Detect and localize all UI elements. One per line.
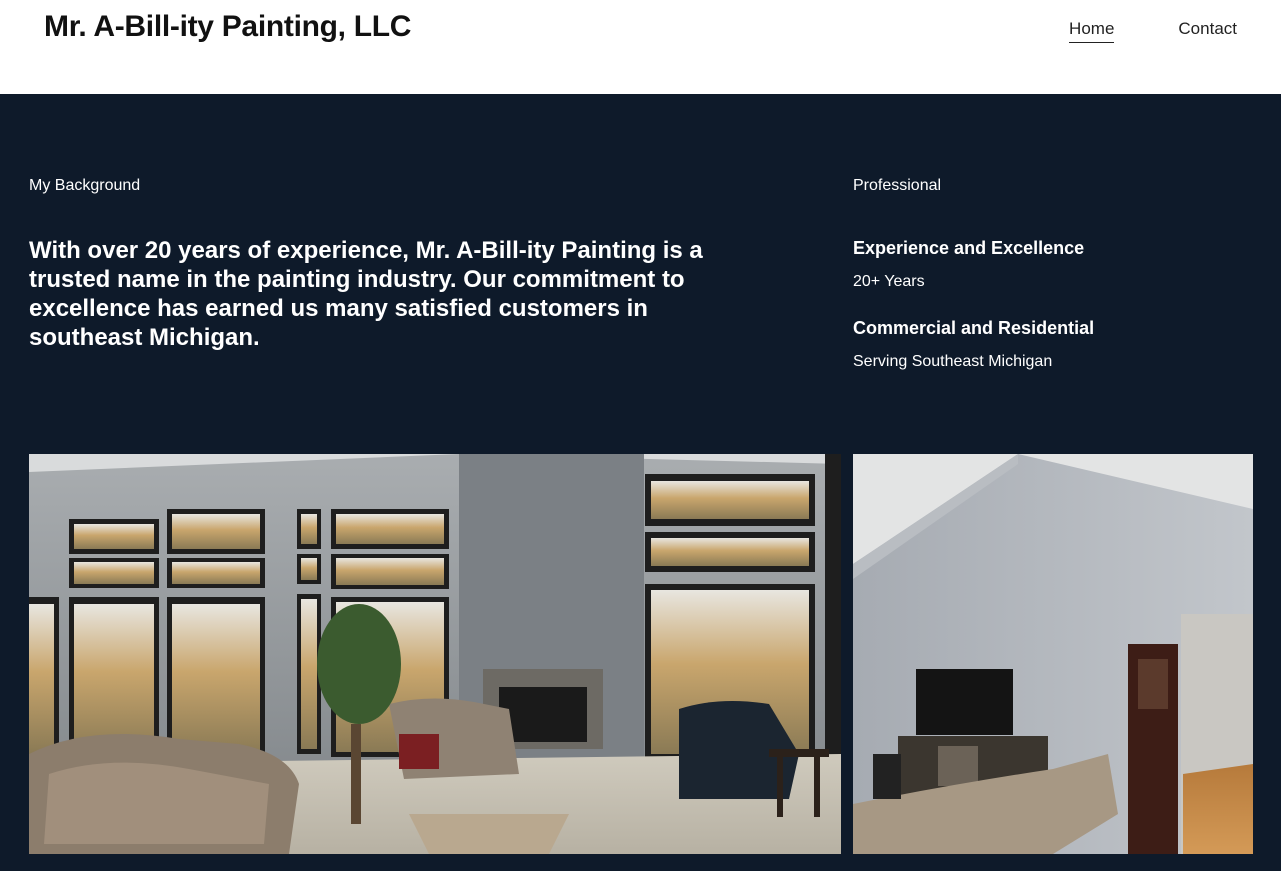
nav-home-link[interactable]: Home xyxy=(1069,19,1115,43)
family-room-photo xyxy=(853,454,1253,854)
living-room-photo xyxy=(29,454,841,854)
stat-title-experience: Experience and Excellence xyxy=(853,238,1085,258)
main-nav: Home Contact xyxy=(1069,19,1237,43)
background-eyebrow: My Background xyxy=(29,177,141,194)
stat-value-years: 20+ Years xyxy=(853,273,925,290)
site-header: Mr. A-Bill-ity Painting, LLC Home Contac… xyxy=(0,0,1281,94)
stat-title-commercial: Commercial and Residential xyxy=(853,318,1095,338)
professional-eyebrow: Professional xyxy=(853,177,942,194)
site-title[interactable]: Mr. A-Bill-ity Painting, LLC xyxy=(44,10,411,44)
stat-value-area: Serving Southeast Michigan xyxy=(853,353,1053,370)
about-headline: With over 20 years of experience, Mr. A-… xyxy=(29,237,703,351)
nav-contact-link[interactable]: Contact xyxy=(1178,19,1237,43)
